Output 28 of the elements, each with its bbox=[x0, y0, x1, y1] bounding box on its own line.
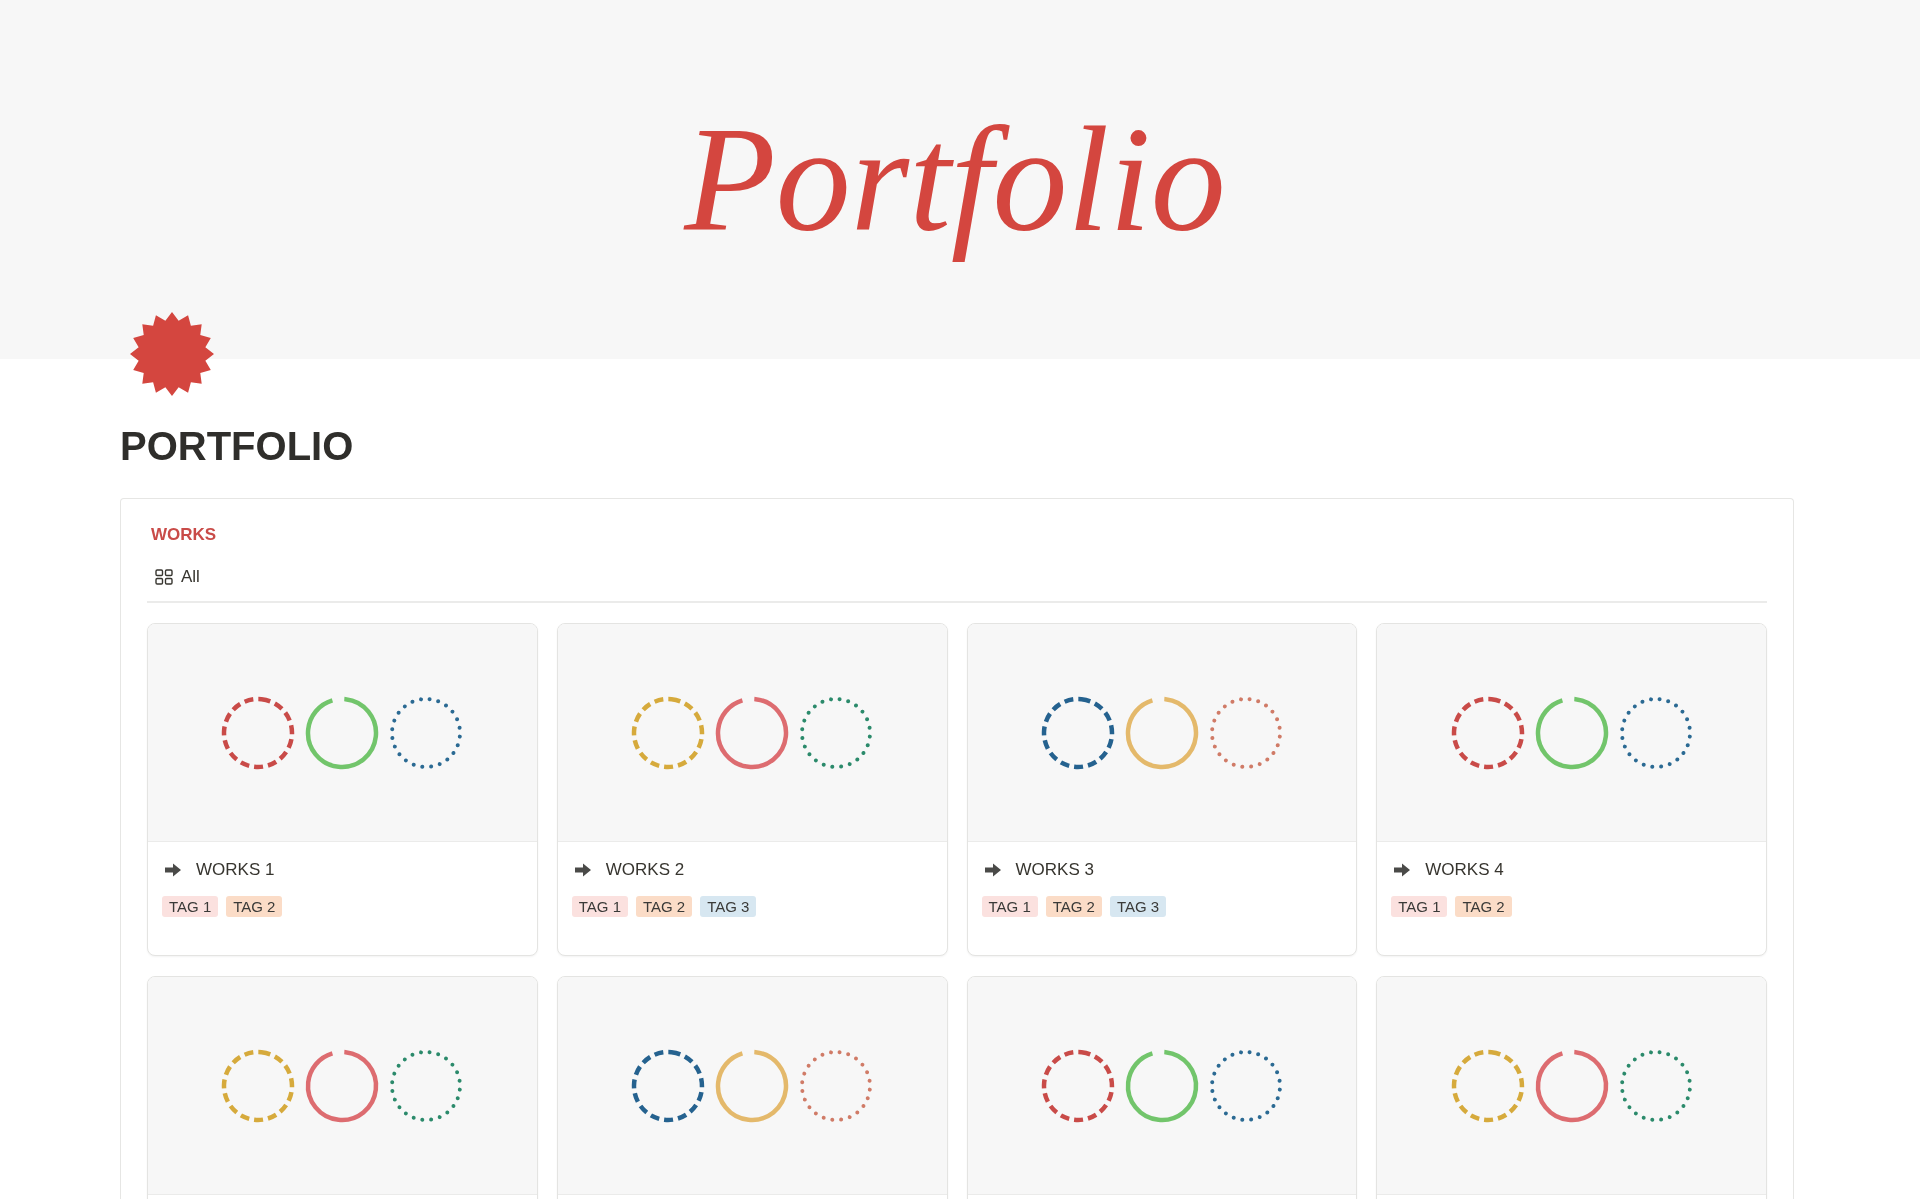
gallery-card[interactable]: WORKS 1 TAG 1 TAG 2 bbox=[147, 623, 538, 956]
gallery-card[interactable]: WORKS 2 TAG 1 TAG 2 TAG 3 bbox=[556, 623, 948, 956]
card-title: WORKS 4 bbox=[1425, 860, 1504, 880]
arrow-icon bbox=[164, 862, 182, 878]
starburst-icon bbox=[130, 312, 214, 396]
arrow-icon bbox=[573, 862, 592, 878]
gallery-icon bbox=[155, 569, 173, 585]
arrow-icon bbox=[983, 862, 1002, 878]
arrow-icon bbox=[1393, 862, 1412, 878]
tag: TAG 2 bbox=[1455, 896, 1512, 917]
tag: TAG 2 bbox=[1045, 896, 1102, 917]
tag: TAG 2 bbox=[636, 896, 693, 917]
cover-title: Portfolio bbox=[682, 95, 1227, 265]
tag: TAG 1 bbox=[1391, 896, 1448, 917]
card-title: WORKS 2 bbox=[605, 860, 685, 880]
tag: TAG 1 bbox=[162, 896, 219, 917]
view-tab[interactable]: All bbox=[155, 565, 200, 589]
gallery-card[interactable]: WORKS 4 TAG 1 TAG 2 bbox=[1376, 623, 1767, 956]
tag: TAG 3 bbox=[700, 896, 757, 917]
tag: TAG 1 bbox=[981, 896, 1038, 917]
tag: TAG 3 bbox=[1109, 896, 1167, 917]
gallery-card[interactable]: WORKS 3 TAG 1 TAG 2 TAG 3 bbox=[966, 623, 1358, 956]
tag: TAG 2 bbox=[226, 896, 283, 917]
tag: TAG 1 bbox=[571, 896, 628, 917]
card-title: WORKS 3 bbox=[1015, 860, 1094, 880]
card-title: WORKS 1 bbox=[196, 860, 275, 880]
page-title: PORTFOLIO bbox=[120, 423, 355, 470]
database-title: WORKS bbox=[151, 525, 218, 545]
